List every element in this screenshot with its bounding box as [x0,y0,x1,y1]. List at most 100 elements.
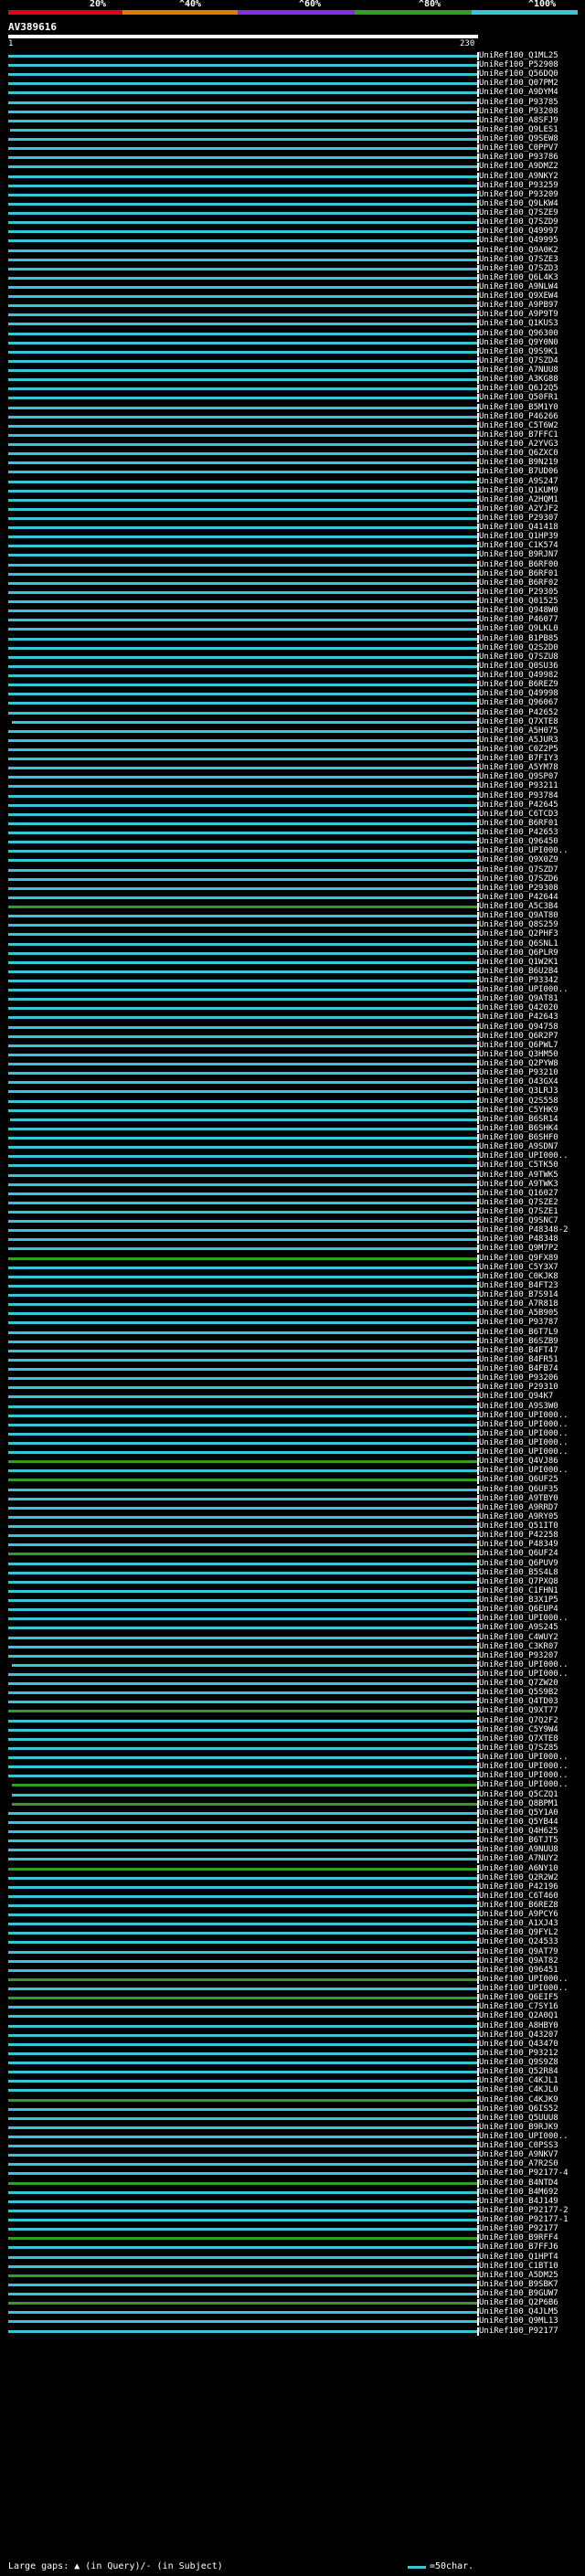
hit-label[interactable]: UniRef100_Q2PHF3 [479,929,558,938]
hit-alignment-bar[interactable] [8,230,478,234]
hit-alignment-bar[interactable] [8,1959,478,1963]
hit-alignment-bar[interactable] [8,175,478,178]
hit-row[interactable]: UniRef100_C6T460 [0,1892,585,1901]
hit-alignment-bar[interactable] [8,729,478,733]
hit-label[interactable]: UniRef100_Q43470 [479,2040,558,2049]
hit-row[interactable]: UniRef100_Q50FR1 [0,393,585,403]
hit-row[interactable]: UniRef100_A9TWK3 [0,1180,585,1189]
hit-label[interactable]: UniRef100_Q42020 [479,1003,558,1012]
hit-label[interactable]: UniRef100_B6T7L9 [479,1328,558,1337]
hit-alignment-bar[interactable] [8,942,478,946]
hit-row[interactable]: UniRef100_P52908 [0,60,585,70]
hit-label[interactable]: UniRef100_A9NKV7 [479,2150,558,2159]
hit-row[interactable]: UniRef100_A7R2S0 [0,2159,585,2169]
hit-row[interactable]: UniRef100_P29307 [0,514,585,523]
hit-row[interactable]: UniRef100_Q2R2W2 [0,1873,585,1882]
hit-row[interactable]: UniRef100_B9RFF4 [0,2233,585,2243]
hit-label[interactable]: UniRef100_C5T6W2 [479,421,558,430]
hit-alignment-bar[interactable] [8,933,478,937]
hit-label[interactable]: UniRef100_UPI000.. [479,1780,569,1789]
hit-label[interactable]: UniRef100_A8SFJ9 [479,116,558,125]
hit-label[interactable]: UniRef100_C3KR07 [479,1642,558,1651]
hit-label[interactable]: UniRef100_A3KG88 [479,375,558,384]
hit-row[interactable]: UniRef100_B4FR51 [0,1355,585,1364]
hit-alignment-bar[interactable] [8,684,478,687]
hit-alignment-bar[interactable] [8,1627,478,1630]
hit-label[interactable]: UniRef100_A7R818 [479,1299,558,1309]
hit-label[interactable]: UniRef100_C0PPV7 [479,143,558,153]
hit-row[interactable]: UniRef100_B9SBK7 [0,2280,585,2289]
hit-row[interactable]: UniRef100_Q94K7 [0,1392,585,1402]
hit-row[interactable]: UniRef100_UPI000.. [0,1438,585,1447]
hit-label[interactable]: UniRef100_Q56DQ0 [479,69,558,79]
hit-label[interactable]: UniRef100_Q5S9B2 [479,1688,558,1697]
hit-label[interactable]: UniRef100_Q9XEW4 [479,292,558,301]
hit-alignment-bar[interactable] [8,1950,478,1954]
hit-row[interactable]: UniRef100_Q7PXQ8 [0,1577,585,1586]
hit-alignment-bar[interactable] [8,1395,478,1399]
hit-alignment-bar[interactable] [8,1423,478,1426]
hit-alignment-bar[interactable] [8,1543,478,1547]
hit-alignment-bar[interactable] [12,1784,478,1787]
hit-label[interactable]: UniRef100_B7UD06 [479,467,558,476]
hit-alignment-bar[interactable] [8,2163,478,2167]
hit-row[interactable]: UniRef100_Q94758 [0,1023,585,1032]
hit-row[interactable]: UniRef100_Q1HP39 [0,532,585,542]
hit-row[interactable]: UniRef100_A7NUY2 [0,1854,585,1864]
hit-alignment-bar[interactable] [8,1997,478,2000]
hit-alignment-bar[interactable] [8,581,478,585]
hit-row[interactable]: UniRef100_Q1KUS3 [0,319,585,329]
hit-alignment-bar[interactable] [8,1701,478,1704]
hit-alignment-bar[interactable] [8,1192,478,1195]
hit-alignment-bar[interactable] [8,517,478,520]
hit-label[interactable]: UniRef100_P92177 [479,2327,558,2336]
hit-row[interactable]: UniRef100_B9GUW7 [0,2289,585,2299]
hit-alignment-bar[interactable] [8,924,478,928]
hit-row[interactable]: UniRef100_UPI000.. [0,1466,585,1476]
hit-alignment-bar[interactable] [8,184,478,187]
hit-alignment-bar[interactable] [8,1432,478,1436]
hit-label[interactable]: UniRef100_Q4VJ86 [479,1457,558,1466]
hit-label[interactable]: UniRef100_P93259 [479,181,558,190]
hit-label[interactable]: UniRef100_Q7SZE9 [479,208,558,217]
hit-row[interactable]: UniRef100_P48348-2 [0,1225,585,1235]
hit-alignment-bar[interactable] [8,803,478,807]
hit-row[interactable]: UniRef100_C5T6W2 [0,421,585,430]
hit-alignment-bar[interactable] [8,2098,478,2102]
hit-alignment-bar[interactable] [8,1941,478,1945]
hit-row[interactable]: UniRef100_UPI000.. [0,1762,585,1772]
hit-row[interactable]: UniRef100_Q6L4K3 [0,273,585,282]
hit-alignment-bar[interactable] [8,221,478,225]
hit-label[interactable]: UniRef100_Q9SNC7 [479,1216,558,1225]
hit-row[interactable]: UniRef100_A2HQM1 [0,495,585,504]
hit-row[interactable]: UniRef100_Q6R2P7 [0,1032,585,1041]
hit-row[interactable]: UniRef100_Q9SP07 [0,772,585,782]
hit-label[interactable]: UniRef100_Q7PXQ8 [479,1577,558,1586]
hit-row[interactable]: UniRef100_Q5S9B2 [0,1688,585,1698]
hit-alignment-bar[interactable] [8,868,478,872]
hit-row[interactable]: UniRef100_Q6ZXC0 [0,449,585,459]
hit-alignment-bar[interactable] [8,2125,478,2129]
hit-row[interactable]: UniRef100_P93785 [0,98,585,107]
hit-label[interactable]: UniRef100_UPI000.. [479,1771,569,1780]
hit-row[interactable]: UniRef100_B4J149 [0,2197,585,2206]
hit-label[interactable]: UniRef100_A9DMZ2 [479,162,558,171]
hit-alignment-bar[interactable] [8,619,478,622]
hit-row[interactable]: UniRef100_P93208 [0,107,585,116]
hit-alignment-bar[interactable] [8,350,478,354]
hit-label[interactable]: UniRef100_A7R2S0 [479,2159,558,2168]
hit-row[interactable]: UniRef100_P93259 [0,181,585,190]
hit-label[interactable]: UniRef100_C4KJL0 [479,2085,558,2094]
hit-alignment-bar[interactable] [8,397,478,400]
hit-row[interactable]: UniRef100_P93206 [0,1373,585,1383]
hit-label[interactable]: UniRef100_UPI000.. [479,1753,569,1762]
hit-row[interactable]: UniRef100_Q7XTE8 [0,1734,585,1744]
hit-alignment-bar[interactable] [8,960,478,964]
hit-row[interactable]: UniRef100_B6TJT5 [0,1836,585,1846]
hit-label[interactable]: UniRef100_P29310 [479,1383,558,1392]
hit-row[interactable]: UniRef100_B4FT23 [0,1281,585,1290]
hit-row[interactable]: UniRef100_P93211 [0,781,585,791]
hit-row[interactable]: UniRef100_Q9S9K1 [0,347,585,356]
hit-label[interactable]: UniRef100_P42643 [479,1012,558,1022]
hit-row[interactable]: UniRef100_P42644 [0,893,585,902]
